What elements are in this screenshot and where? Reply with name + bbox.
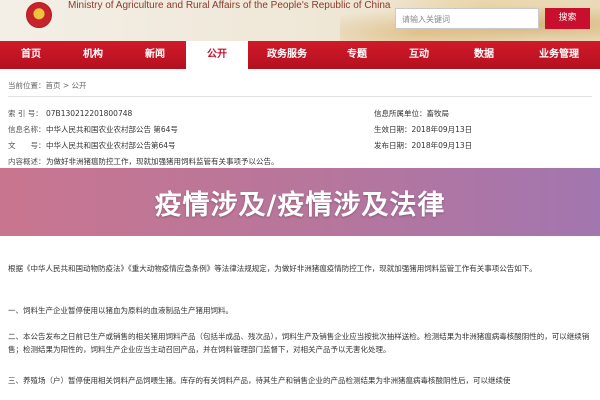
search-input[interactable]: 请输入关键词	[395, 8, 539, 29]
meta-label: 索 引 号：	[8, 109, 43, 118]
meta-doc-number: 文 号：中华人民共和国农业农村部公告第64号	[8, 140, 176, 151]
overlay-title: 疫情涉及/疫情涉及法律	[154, 189, 446, 221]
meta-value: 中华人民共和国农业农村部公告第64号	[46, 141, 176, 150]
meta-label: 信息名称：	[8, 125, 46, 134]
meta-publish-date: 发布日期：2018年09月13日	[374, 140, 472, 151]
article-intro: 根据《中华人民共和国动物防疫法》《重大动物疫情应急条例》等法律法规规定，为做好非…	[8, 264, 537, 273]
meta-value: 畜牧局	[426, 109, 450, 118]
nav-item-business[interactable]: 业务管理	[518, 41, 600, 69]
nav-item-topics[interactable]: 专题	[326, 41, 388, 69]
nav-item-news[interactable]: 新闻	[124, 41, 186, 69]
main-nav: 首页 机构 新闻 公开 政务服务 专题 互动 数据 业务管理	[0, 41, 600, 69]
national-emblem-icon[interactable]	[26, 2, 52, 28]
meta-label: 内容概述：	[8, 157, 46, 166]
meta-effective-date: 生效日期：2018年09月13日	[374, 124, 472, 135]
meta-value: 2018年09月13日	[411, 141, 473, 150]
nav-item-institutions[interactable]: 机构	[62, 41, 124, 69]
divider	[8, 96, 592, 97]
meta-title: 信息名称：中华人民共和国农业农村部公告 第64号	[8, 124, 178, 135]
site-title[interactable]: Ministry of Agriculture and Rural Affair…	[68, 0, 390, 11]
meta-summary: 内容概述：为做好非洲猪瘟防控工作，现就加强猪用饲料监管有关事项予以公告。	[8, 156, 279, 167]
article-item-3: 三、养殖场（户）暂停使用相关饲料产品饲喂生猪。库存的有关饲料产品，待其生产和销售…	[8, 376, 511, 385]
nav-item-data[interactable]: 数据	[450, 41, 518, 69]
nav-item-interaction[interactable]: 互动	[388, 41, 450, 69]
meta-label: 发布日期：	[374, 141, 412, 150]
meta-department: 信息所属单位：畜牧局	[374, 108, 449, 119]
meta-value: 为做好非洲猪瘟防控工作，现就加强猪用饲料监管有关事项予以公告。	[46, 157, 279, 166]
meta-label: 信息所属单位：	[374, 109, 427, 118]
nav-item-public[interactable]: 公开	[186, 41, 248, 69]
search-button[interactable]: 搜索	[545, 8, 590, 29]
meta-label: 文 号：	[8, 141, 46, 150]
meta-index: 索 引 号： 07B130212201800748	[8, 108, 132, 119]
article-item-2: 二、本公告发布之日前已生产或销售的相关猪用饲料产品（包括半成品、残次品），饲料生…	[8, 332, 590, 354]
meta-value: 中华人民共和国农业农村部公告 第64号	[46, 125, 178, 134]
article-item-1: 一、饲料生产企业暂停使用以猪血为原料的血液制品生产猪用饲料。	[8, 306, 233, 315]
meta-label: 生效日期：	[374, 125, 412, 134]
nav-item-home[interactable]: 首页	[0, 41, 62, 69]
breadcrumb[interactable]: 当前位置：首页 > 公开	[8, 80, 87, 91]
nav-item-services[interactable]: 政务服务	[248, 41, 326, 69]
site-header: Ministry of Agriculture and Rural Affair…	[0, 0, 600, 41]
meta-value: 07B130212201800748	[46, 109, 133, 118]
meta-value: 2018年09月13日	[411, 125, 473, 134]
